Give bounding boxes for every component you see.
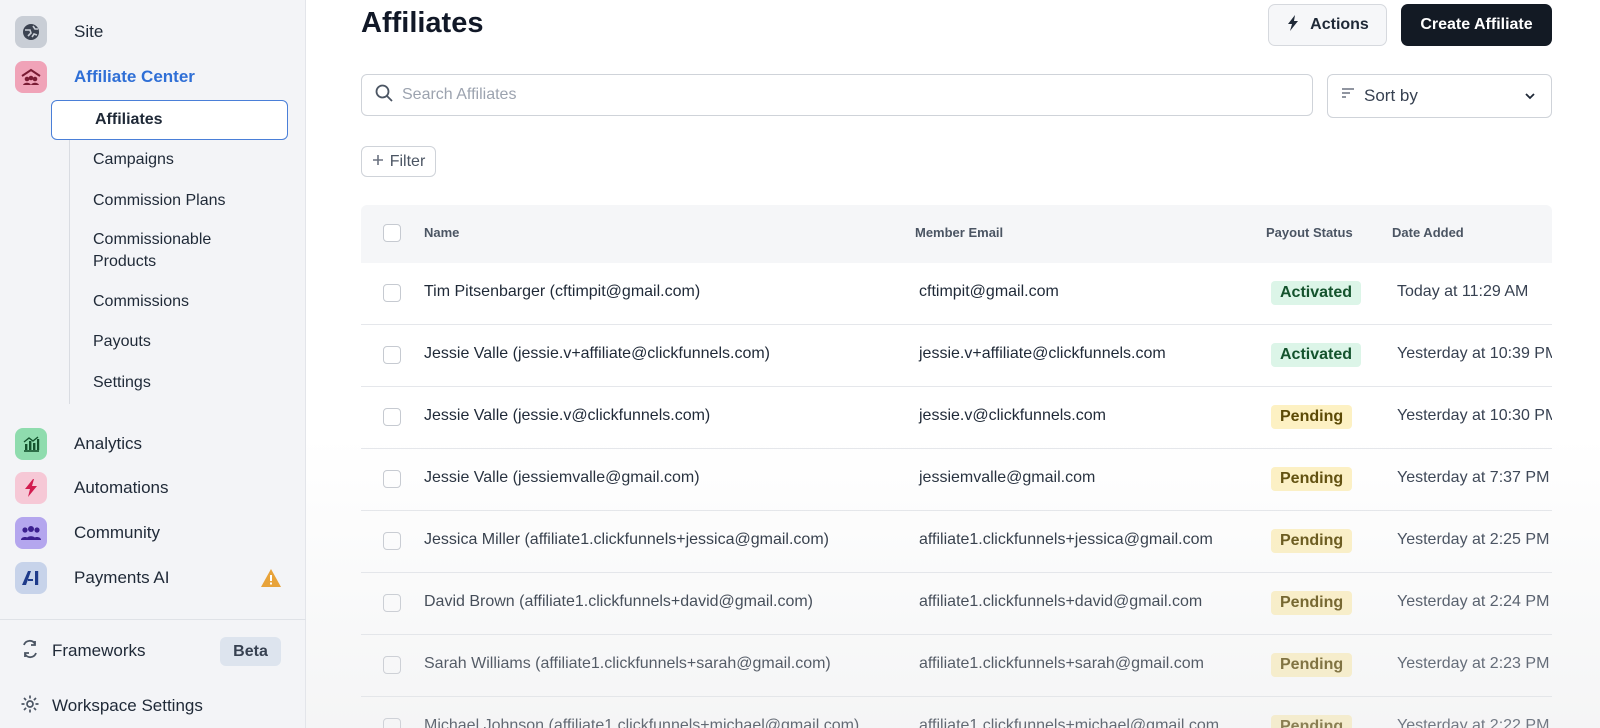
column-member-email[interactable]: Member Email <box>915 225 1003 240</box>
column-name[interactable]: Name <box>424 225 459 240</box>
date-added: Yesterday at 10:30 PM <box>1397 407 1552 424</box>
date-added: Yesterday at 10:39 PM <box>1397 345 1552 362</box>
row-checkbox[interactable] <box>383 718 401 728</box>
table-row[interactable]: Jessie Valle (jessie.v@clickfunnels.com)… <box>361 387 1552 449</box>
status-badge: Activated <box>1271 343 1362 367</box>
member-email: jessiemvalle@gmail.com <box>919 469 1096 486</box>
row-checkbox[interactable] <box>383 532 401 550</box>
member-email: affiliate1.clickfunnels+sarah@gmail.com <box>919 655 1204 672</box>
status-badge: Pending <box>1271 653 1353 677</box>
member-email: cftimpit@gmail.com <box>919 283 1059 300</box>
table-row[interactable]: Tim Pitsenbarger (cftimpit@gmail.com) cft… <box>361 263 1552 325</box>
member-email: affiliate1.clickfunnels+michael@gmail.co… <box>919 717 1220 728</box>
table-row[interactable]: Michael Johnson (affiliate1.clickfunnels… <box>361 697 1552 728</box>
status-badge: Pending <box>1271 529 1353 553</box>
affiliate-name[interactable]: David Brown (affiliate1.clickfunnels+dav… <box>424 593 813 611</box>
affiliates-table: Name Member Email Payout Status Date Add… <box>0 0 1552 728</box>
select-all-checkbox[interactable] <box>383 224 401 242</box>
affiliate-name[interactable]: Jessie Valle (jessie.v@clickfunnels.com) <box>424 407 710 425</box>
affiliate-name[interactable]: Sarah Williams (affiliate1.clickfunnels+… <box>424 655 831 673</box>
table-row[interactable]: David Brown (affiliate1.clickfunnels+dav… <box>361 573 1552 635</box>
table-row[interactable]: Jessie Valle (jessie.v+affiliate@clickfu… <box>361 325 1552 387</box>
affiliate-name[interactable]: Jessie Valle (jessiemvalle@gmail.com) <box>424 469 700 487</box>
status-badge: Activated <box>1271 281 1362 305</box>
date-added: Yesterday at 2:24 PM <box>1397 593 1550 610</box>
status-badge: Pending <box>1271 591 1353 615</box>
date-added: Yesterday at 7:37 PM <box>1397 469 1550 486</box>
affiliate-name[interactable]: Tim Pitsenbarger (cftimpit@gmail.com) <box>424 283 700 301</box>
row-checkbox[interactable] <box>383 408 401 426</box>
row-checkbox[interactable] <box>383 284 401 302</box>
row-checkbox[interactable] <box>383 594 401 612</box>
table-row[interactable]: Jessica Miller (affiliate1.clickfunnels+… <box>361 511 1552 573</box>
row-checkbox[interactable] <box>383 656 401 674</box>
date-added: Today at 11:29 AM <box>1397 283 1529 300</box>
status-badge: Pending <box>1271 405 1353 429</box>
row-checkbox[interactable] <box>383 470 401 488</box>
affiliate-name[interactable]: Jessie Valle (jessie.v+affiliate@clickfu… <box>424 345 770 363</box>
member-email: jessie.v@clickfunnels.com <box>919 407 1106 424</box>
table-row[interactable]: Sarah Williams (affiliate1.clickfunnels+… <box>361 635 1552 697</box>
row-checkbox[interactable] <box>383 346 401 364</box>
member-email: affiliate1.clickfunnels+jessica@gmail.co… <box>919 531 1213 548</box>
column-date-added[interactable]: Date Added <box>1392 225 1464 240</box>
table-row[interactable]: Jessie Valle (jessiemvalle@gmail.com) jes… <box>361 449 1552 511</box>
member-email: affiliate1.clickfunnels+david@gmail.com <box>919 593 1203 610</box>
member-email: jessie.v+affiliate@clickfunnels.com <box>919 345 1166 362</box>
affiliate-name[interactable]: Jessica Miller (affiliate1.clickfunnels+… <box>424 531 829 549</box>
date-added: Yesterday at 2:22 PM <box>1397 717 1550 728</box>
status-badge: Pending <box>1271 467 1353 491</box>
status-badge: Pending <box>1271 715 1353 728</box>
column-payout-status[interactable]: Payout Status <box>1266 225 1353 240</box>
date-added: Yesterday at 2:23 PM <box>1397 655 1550 672</box>
date-added: Yesterday at 2:25 PM <box>1397 531 1550 548</box>
affiliate-name[interactable]: Michael Johnson (affiliate1.clickfunnels… <box>424 717 859 728</box>
table-header: Name Member Email Payout Status Date Add… <box>361 205 1552 263</box>
